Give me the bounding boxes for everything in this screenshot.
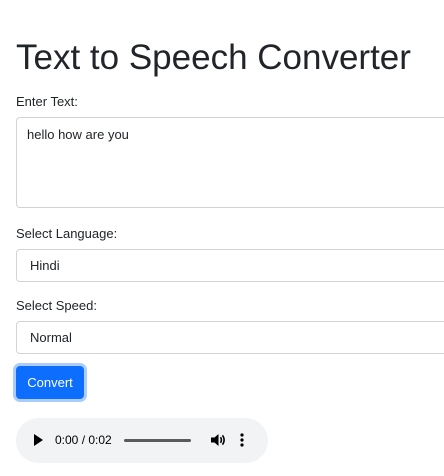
text-input[interactable] [16, 117, 444, 208]
audio-time: 0:00 / 0:02 [55, 433, 112, 447]
page-title: Text to Speech Converter [16, 38, 411, 77]
text-label: Enter Text: [16, 94, 78, 109]
audio-progress-bar[interactable] [124, 439, 191, 442]
more-options-icon[interactable] [238, 432, 246, 448]
speed-label: Select Speed: [16, 298, 97, 313]
language-label: Select Language: [16, 226, 118, 241]
volume-icon[interactable] [211, 433, 227, 447]
speed-select[interactable]: Normal [16, 321, 444, 354]
language-select[interactable]: Hindi [16, 249, 444, 282]
audio-player: 0:00 / 0:02 [16, 418, 268, 463]
convert-button[interactable]: Convert [16, 366, 84, 399]
play-icon[interactable] [34, 434, 43, 446]
